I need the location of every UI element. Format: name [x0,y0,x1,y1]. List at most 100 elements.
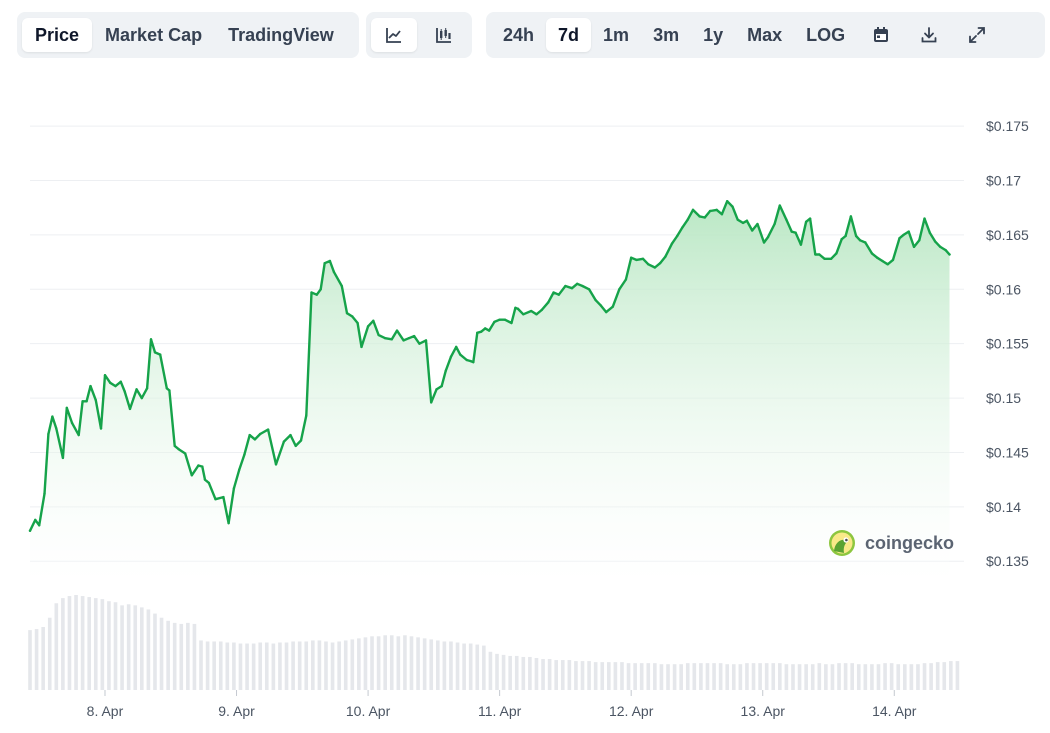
price-point [670,242,674,245]
volume-bar [567,660,572,690]
volume-bar [146,609,151,690]
volume-bar [863,664,868,690]
price-point [128,407,132,411]
volume-bar [633,663,637,690]
volume-bar [712,663,716,690]
volume-bar [442,641,447,690]
volume-bar [488,651,493,690]
volume-bar [705,663,710,690]
volume-bar [166,620,170,690]
price-point [207,481,211,485]
price-point [939,245,942,249]
volume-bar [791,664,795,690]
price-point [611,305,614,308]
price-point [51,415,54,418]
price-point [319,288,322,291]
y-axis-labels: $0.135 $0.14 $0.145 $0.15 $0.155 $0.16 $0.165 $… [986,118,1029,569]
price-point [123,390,126,393]
volume-bar [508,655,512,690]
volume-bar [357,638,361,690]
volume-bar [383,635,387,690]
x-tick-label: 8. Apr [87,703,124,719]
price-point [85,400,88,403]
volume-bar [745,663,749,690]
price-point [243,453,246,456]
price-point [726,199,729,203]
volume-bar [311,640,315,690]
volume-bar [528,656,532,690]
volume-bar [560,660,565,690]
x-tick-label: 11. Apr [478,703,522,719]
price-point [912,245,916,249]
price-point [498,318,501,321]
volume-bar [797,664,802,690]
x-tick-label: 10. Apr [346,703,391,719]
price-point [658,261,662,265]
volume-bar [245,643,249,690]
price-point [259,432,262,436]
volume-bar [47,617,52,690]
volume-bar [54,603,59,690]
volume-bar [889,663,894,690]
price-point [472,360,475,364]
volume-bar [232,642,236,690]
price-point [43,492,46,495]
volume-bar [685,663,690,690]
price-point [377,333,380,337]
price-point [530,309,533,313]
price-point [720,213,724,216]
volume-bar [74,595,78,690]
volume-bar [462,643,466,690]
price-point [109,381,112,385]
price-point [201,465,204,468]
price-point [522,313,525,316]
volume-bar [80,596,85,690]
price-point [698,215,701,218]
price-point [315,293,318,296]
price-point [581,284,584,288]
x-tick-label: 9. Apr [218,703,255,719]
volume-bar [28,630,32,690]
coingecko-logo-icon [829,530,855,556]
volume-bar [850,663,854,690]
price-point [28,529,32,532]
price-point [299,439,303,442]
volume-bar [495,653,499,690]
volume-bar [607,662,611,690]
volume-bar [396,636,401,690]
price-point [503,318,507,321]
price-point [829,257,833,261]
price-chart[interactable]: $0.135 $0.14 $0.145 $0.15 $0.155 $0.16 $0.165 $… [0,0,1050,733]
volume-bar [238,643,243,690]
price-point [703,216,707,219]
price-point [844,234,847,238]
watermark-text: coingecko [865,533,954,553]
volume-bar [159,617,164,690]
volume-bars [28,595,960,690]
price-point [444,369,447,373]
price-point [624,278,628,281]
price-point [840,238,843,241]
price-point [854,234,858,238]
x-tick-label: 12. Apr [609,703,654,719]
volume-bar [100,599,105,690]
volume-bar [883,663,887,690]
price-point [480,330,483,333]
volume-bar [501,654,506,690]
x-tick-label: 14. Apr [872,703,917,719]
price-point [483,327,487,330]
volume-bar [949,661,953,690]
price-point [390,338,393,341]
price-point [587,288,591,291]
price-point [340,284,343,288]
price-point [886,263,889,266]
y-tick-label: $0.165 [986,227,1029,243]
volume-bar [363,637,368,690]
y-tick-label: $0.155 [986,336,1029,352]
price-point [751,229,754,232]
price-point [168,389,171,392]
volume-bar [389,635,394,690]
price-point [61,456,65,460]
price-point [34,518,37,522]
volume-bar [514,655,519,690]
